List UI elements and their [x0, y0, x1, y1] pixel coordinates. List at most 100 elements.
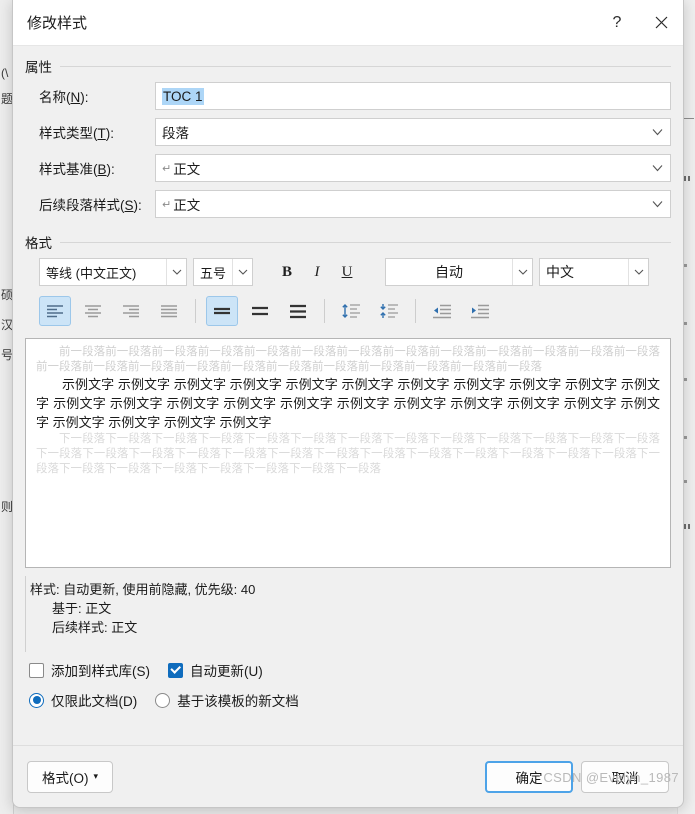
caret-down-icon: ▾: [93, 771, 99, 781]
group-divider: [60, 241, 671, 243]
cancel-button[interactable]: 取消: [581, 760, 669, 793]
modify-style-dialog: 修改样式 ? 属性 名称(N): TOC 1 样式类型(T): 段落 样式基准(…: [12, 0, 684, 808]
ruler-mark: [684, 436, 687, 439]
bold-button[interactable]: B: [273, 258, 301, 286]
align-center-button[interactable]: [77, 296, 109, 326]
line-spacing-double-button[interactable]: [282, 296, 314, 326]
only-this-document-radio[interactable]: 仅限此文档(D): [29, 690, 137, 710]
style-name-input[interactable]: TOC 1: [155, 82, 671, 110]
language-select[interactable]: 中文: [539, 258, 649, 286]
close-icon: [655, 16, 667, 29]
ok-button[interactable]: 确定: [485, 760, 573, 793]
help-button[interactable]: ?: [595, 3, 639, 43]
properties-group-label: 属性: [25, 60, 52, 75]
chevron-down-icon: [652, 165, 663, 172]
font-size-value: 五号: [200, 265, 227, 281]
font-color-select[interactable]: 自动: [385, 258, 533, 286]
font-size-select[interactable]: 五号: [193, 258, 253, 286]
line-spacing-1-5-button[interactable]: [244, 296, 276, 326]
radio-row: 仅限此文档(D) 基于该模板的新文档: [29, 690, 671, 710]
dialog-footer: 格式(O) ▾ 确定 取消 CSDN @Evelyn_1987: [13, 745, 683, 807]
new-documents-based-on-template-radio[interactable]: 基于该模板的新文档: [155, 690, 299, 710]
field-row-style-based-on: 样式基准(B): ↵ 正文: [25, 154, 671, 182]
decrease-paragraph-spacing-button[interactable]: [373, 296, 405, 326]
preview-next-paragraph: 下一段落下一段落下一段落下一段落下一段落下一段落下一段落下一段落下一段落下一段落…: [36, 433, 660, 475]
format-menu-button[interactable]: 格式(O) ▾: [27, 760, 114, 793]
align-left-icon: [47, 304, 63, 317]
line-spacing-1-5-icon: [252, 306, 268, 315]
dialog-body: 属性 名称(N): TOC 1 样式类型(T): 段落 样式基准(B): ↵ 正…: [13, 46, 683, 745]
field-row-name: 名称(N): TOC 1: [25, 82, 671, 110]
dialog-title: 修改样式: [27, 15, 88, 32]
chevron-down-icon: [628, 259, 648, 285]
ruler-mark: [684, 378, 687, 381]
auto-update-checkbox[interactable]: 自动更新(U): [168, 660, 263, 680]
pilcrow-icon: ↵: [162, 198, 172, 211]
next-paragraph-style-value: 正文: [173, 198, 201, 213]
radio-selected-icon: [29, 692, 44, 708]
description-line-1: 样式: 自动更新, 使用前隐藏, 优先级: 40: [30, 582, 256, 597]
language-value: 中文: [546, 264, 574, 280]
ruler-mark: [684, 322, 687, 325]
background-fragment: (\: [1, 66, 9, 80]
format-group-label: 格式: [25, 236, 52, 251]
only-this-document-label: 仅限此文档(D): [51, 694, 138, 709]
align-justify-icon: [161, 304, 177, 317]
underline-button[interactable]: U: [333, 258, 361, 286]
next-paragraph-style-select[interactable]: ↵ 正文: [155, 190, 671, 218]
style-description: 样式: 自动更新, 使用前隐藏, 优先级: 40 基于: 正文 后续样式: 正文: [25, 576, 671, 652]
style-based-on-select[interactable]: ↵ 正文: [155, 154, 671, 182]
description-line-2: 基于: 正文: [52, 601, 112, 616]
chevron-down-icon: [652, 201, 663, 208]
chevron-down-icon: [232, 259, 252, 285]
new-documents-based-on-template-label: 基于该模板的新文档: [177, 694, 299, 709]
auto-update-label: 自动更新(U): [190, 664, 263, 679]
align-left-button[interactable]: [39, 296, 71, 326]
align-center-icon: [85, 304, 101, 317]
checkbox-row: 添加到样式库(S) 自动更新(U): [29, 660, 671, 680]
line-spacing-single-icon: [214, 307, 230, 314]
align-right-button[interactable]: [115, 296, 147, 326]
properties-group-header: 属性: [25, 56, 671, 76]
style-type-label: 样式类型(T):: [39, 126, 114, 141]
next-paragraph-style-label: 后续段落样式(S):: [39, 198, 142, 213]
style-preview-pane: 前一段落前一段落前一段落前一段落前一段落前一段落前一段落前一段落前一段落前一段落…: [25, 338, 671, 568]
field-row-next-paragraph-style: 后续段落样式(S): ↵ 正文: [25, 190, 671, 218]
question-mark-icon: ?: [612, 13, 622, 31]
chevron-down-icon: [512, 259, 532, 285]
decrease-indent-button[interactable]: [426, 296, 458, 326]
dialog-title-bar: 修改样式 ?: [13, 0, 683, 46]
align-right-icon: [123, 304, 139, 317]
preview-previous-paragraph: 前一段落前一段落前一段落前一段落前一段落前一段落前一段落前一段落前一段落前一段落…: [36, 346, 660, 373]
style-based-on-value: 正文: [173, 162, 201, 177]
decrease-indent-icon: [433, 304, 451, 318]
font-color-value: 自动: [435, 264, 463, 280]
ruler-mark: [684, 264, 687, 267]
add-to-gallery-label: 添加到样式库(S): [51, 664, 150, 679]
paragraph-format-toolbar: [25, 294, 671, 328]
italic-button[interactable]: I: [303, 258, 331, 286]
pilcrow-icon: ↵: [162, 162, 172, 175]
line-spacing-single-button[interactable]: [206, 296, 238, 326]
style-options: 添加到样式库(S) 自动更新(U) 仅限此文档(D) 基于该模板的新文档: [25, 660, 671, 710]
style-name-value: TOC 1: [162, 87, 204, 105]
increase-paragraph-spacing-icon: [342, 304, 360, 318]
chevron-down-icon: [652, 129, 663, 136]
preview-sample-text: 示例文字 示例文字 示例文字 示例文字 示例文字 示例文字 示例文字 示例文字 …: [36, 377, 660, 430]
group-divider: [60, 65, 671, 67]
font-style-button-group: B I U: [271, 258, 361, 286]
style-type-select[interactable]: 段落: [155, 118, 671, 146]
close-button[interactable]: [639, 3, 683, 43]
font-name-select[interactable]: 等线 (中文正文): [39, 258, 187, 286]
increase-indent-button[interactable]: [464, 296, 496, 326]
align-justify-button[interactable]: [153, 296, 185, 326]
format-group-header: 格式: [25, 232, 671, 252]
name-label: 名称(N):: [39, 90, 89, 105]
style-based-on-label: 样式基准(B):: [39, 162, 115, 177]
add-to-gallery-checkbox[interactable]: 添加到样式库(S): [29, 660, 150, 680]
ruler-mark: [684, 480, 687, 483]
increase-paragraph-spacing-button[interactable]: [335, 296, 367, 326]
character-format-toolbar: 等线 (中文正文) 五号 B I U 自动 中文: [25, 258, 671, 286]
line-spacing-double-icon: [290, 304, 306, 318]
font-name-value: 等线 (中文正文): [46, 265, 137, 281]
